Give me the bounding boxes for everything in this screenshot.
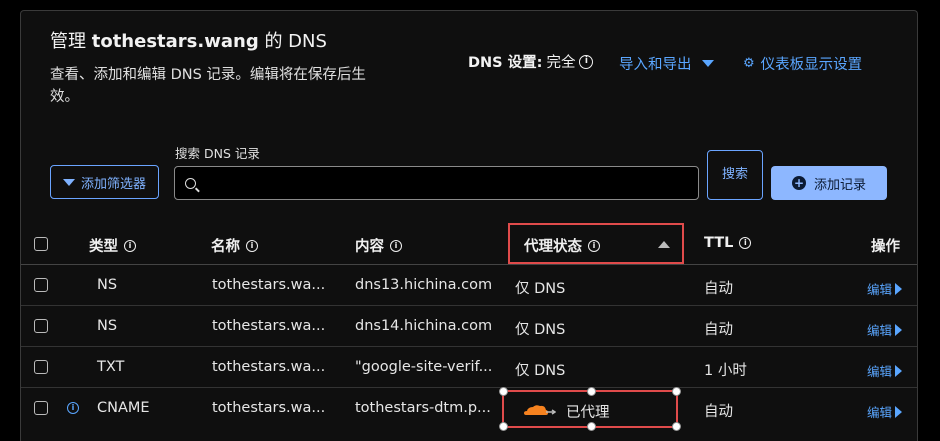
info-icon[interactable]: i	[739, 237, 752, 249]
record-type: CNAME	[97, 400, 150, 416]
row-checkbox[interactable]	[34, 278, 48, 292]
search-icon	[185, 177, 196, 189]
search-button[interactable]: 搜索	[707, 150, 763, 200]
info-icon[interactable]: i	[390, 239, 402, 252]
proxy-status-highlight[interactable]: 已代理	[499, 387, 681, 431]
search-input[interactable]	[202, 175, 698, 191]
row-checkbox[interactable]	[34, 319, 48, 333]
record-type: TXT	[97, 359, 125, 375]
info-icon[interactable]: i	[588, 239, 600, 252]
record-name: tothestars.wa...	[212, 400, 326, 416]
resize-handle	[672, 422, 681, 431]
edit-button[interactable]: 编辑	[867, 320, 903, 339]
record-name: tothestars.wa...	[212, 318, 326, 334]
record-ttl: 自动	[704, 322, 733, 338]
sort-ascending-icon[interactable]	[658, 241, 670, 248]
dashboard-settings-button[interactable]: ⚙ 仪表板显示设置	[743, 53, 862, 74]
record-content: dns13.hichina.com	[355, 277, 493, 293]
column-content[interactable]: 内容 i	[355, 235, 402, 256]
page-title: 管理 tothestars.wang 的 DNS	[50, 31, 327, 52]
table-header: 类型 i 名称 i 内容 i 代理状态 i TTL i 操作	[21, 223, 917, 265]
resize-handle	[499, 387, 508, 396]
record-ttl: 自动	[704, 404, 733, 420]
select-all-checkbox[interactable]	[34, 237, 48, 251]
record-name: tothestars.wa...	[212, 359, 326, 375]
resize-handle	[499, 422, 508, 431]
column-name[interactable]: 名称 i	[211, 235, 258, 256]
add-record-button[interactable]: + 添加记录	[771, 166, 887, 200]
edit-button[interactable]: 编辑	[867, 279, 903, 298]
expand-right-icon	[895, 364, 903, 377]
add-filter-button[interactable]: 添加筛选器	[50, 165, 159, 199]
table-row: NS tothestars.wa... dns13.hichina.com 仅 …	[21, 265, 917, 306]
info-icon[interactable]: i	[246, 239, 258, 252]
edit-button[interactable]: 编辑	[867, 402, 903, 421]
record-type: NS	[97, 318, 118, 334]
cloud-icon	[524, 405, 556, 415]
row-checkbox[interactable]	[34, 360, 48, 374]
record-proxy-status: 已代理	[566, 405, 610, 421]
record-type: NS	[97, 277, 118, 293]
column-proxy-status-highlight: 代理状态 i	[508, 223, 684, 264]
record-ttl: 1 小时	[704, 363, 747, 379]
record-proxy-status: 仅 DNS	[515, 363, 566, 379]
column-proxy-status[interactable]: 代理状态 i	[524, 235, 600, 256]
record-ttl: 自动	[704, 281, 733, 297]
expand-right-icon	[895, 282, 903, 295]
dns-records-table: 类型 i 名称 i 内容 i 代理状态 i TTL i 操作 NS tothes…	[21, 223, 917, 431]
domain-name: tothestars.wang	[91, 31, 259, 52]
chevron-down-icon	[701, 60, 714, 67]
record-proxy-status: 仅 DNS	[515, 322, 566, 338]
gear-icon: ⚙	[743, 56, 755, 71]
resize-handle	[672, 387, 681, 396]
dns-setting-status: DNS 设置: 完全 i	[468, 51, 594, 72]
info-icon[interactable]: i	[124, 239, 136, 252]
import-export-button[interactable]: 导入和导出	[619, 53, 714, 74]
table-row: i CNAME tothestars.wa... tothestars-dtm.…	[21, 387, 917, 431]
column-type[interactable]: 类型 i	[89, 235, 136, 256]
record-content: tothestars-dtm.p...	[355, 400, 491, 416]
search-box	[174, 166, 699, 200]
resize-handle	[587, 422, 596, 431]
search-label: 搜索 DNS 记录	[175, 146, 260, 161]
info-icon[interactable]: i	[67, 402, 79, 414]
expand-right-icon	[895, 405, 903, 418]
edit-button[interactable]: 编辑	[867, 361, 903, 380]
record-content: "google-site-verif...	[355, 359, 493, 375]
column-ttl[interactable]: TTL i	[704, 235, 752, 251]
info-icon[interactable]: i	[579, 54, 594, 69]
resize-handle	[587, 387, 596, 396]
page-description: 查看、添加和编辑 DNS 记录。编辑将在保存后生效。	[50, 67, 366, 105]
filter-icon	[62, 178, 75, 186]
record-name: tothestars.wa...	[212, 277, 326, 293]
row-checkbox[interactable]	[34, 401, 48, 415]
expand-right-icon	[895, 323, 903, 336]
plus-circle-icon: +	[791, 176, 806, 190]
table-row: NS tothestars.wa... dns14.hichina.com 仅 …	[21, 306, 917, 347]
table-row: TXT tothestars.wa... "google-site-verif.…	[21, 347, 917, 388]
record-proxy-status: 仅 DNS	[515, 281, 566, 297]
dns-panel: 管理 tothestars.wang 的 DNS 查看、添加和编辑 DNS 记录…	[20, 10, 918, 441]
record-content: dns14.hichina.com	[355, 318, 493, 334]
column-actions: 操作	[871, 239, 900, 255]
